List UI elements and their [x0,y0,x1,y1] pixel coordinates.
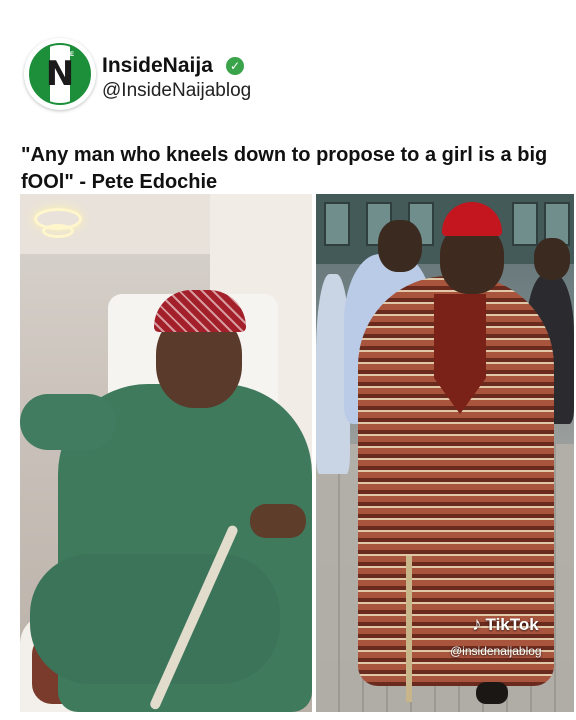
tiktok-watermark: ♪ TikTok [472,614,539,636]
tiktok-handle: @insidenaijablog [450,644,542,658]
photo-right: ♪ TikTok @insidenaijablog [316,194,574,712]
check-badge-icon: ✓ [226,57,244,75]
person-hand-shape [250,504,306,538]
post-header: N INSIDE InsideNaija ✓ @InsideNaijablog [20,36,560,116]
tiktok-note-icon: ♪ [472,614,482,635]
bystander-head-shape [534,238,570,280]
brand-logo[interactable]: N INSIDE [24,38,96,110]
tiktok-brand: TikTok [485,615,539,634]
bystander-head-shape [378,220,422,272]
logo-tag: INSIDE [54,52,75,58]
person-arm-shape [20,394,116,450]
person-leg-shape [30,554,280,684]
photo-left [20,194,312,712]
brand-name[interactable]: InsideNaija [102,54,213,78]
cane-shape [406,556,412,702]
brand-handle[interactable]: @InsideNaijablog [102,80,251,102]
headline: "Any man who kneels down to propose to a… [21,144,548,193]
chandelier-shape [42,224,74,238]
shoe-shape [476,682,508,704]
logo-letter: N [45,54,75,94]
